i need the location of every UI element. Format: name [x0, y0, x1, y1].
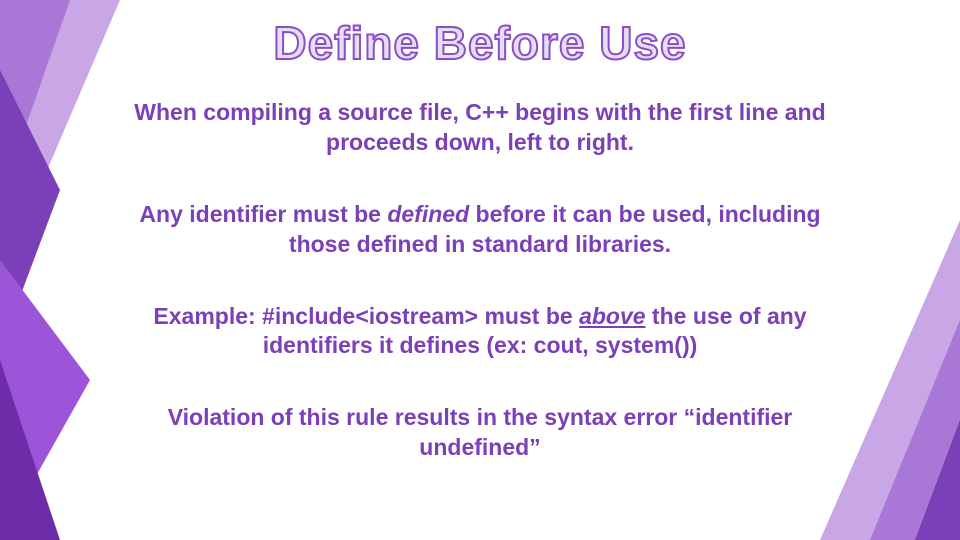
- paragraph-2: Any identifier must be defined before it…: [120, 200, 840, 260]
- decor-facet: [915, 420, 960, 540]
- underline-above: above: [579, 303, 645, 329]
- text: Example: #include<iostream> must be: [153, 303, 579, 329]
- paragraph-1: When compiling a source file, C++ begins…: [120, 98, 840, 158]
- decor-facet: [0, 360, 60, 540]
- content-area: Define Before Use When compiling a sourc…: [80, 10, 880, 530]
- paragraph-3: Example: #include<iostream> must be abov…: [120, 302, 840, 362]
- paragraph-4: Violation of this rule results in the sy…: [120, 403, 840, 463]
- emphasis-defined: defined: [387, 201, 469, 227]
- slide-title: Define Before Use: [80, 16, 880, 70]
- slide: Define Before Use When compiling a sourc…: [0, 0, 960, 540]
- text: Any identifier must be: [139, 201, 387, 227]
